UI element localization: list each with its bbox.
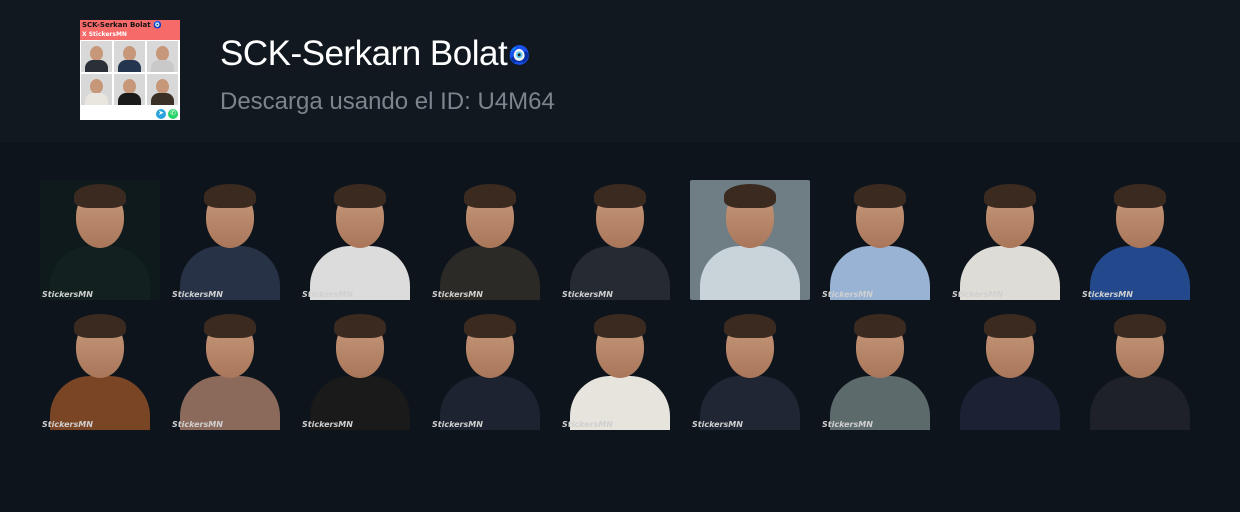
sticker-figure-hair [984, 184, 1036, 208]
sticker-item[interactable]: StickersMN [560, 180, 680, 300]
sticker-watermark: StickersMN [432, 290, 483, 299]
sticker-figure-hair [334, 184, 386, 208]
sticker-figure-hair [1114, 314, 1166, 338]
sticker-figure-body [1090, 376, 1190, 430]
sticker-figure-hair [74, 314, 126, 338]
sticker-figure-hair [854, 314, 906, 338]
sticker-figure-hair [464, 314, 516, 338]
pack-header: SCK-Serkan Bolat 🧿 X StickersMN ➤ ✆ SCK-… [0, 0, 1240, 142]
sticker-item[interactable] [1080, 310, 1200, 430]
sticker-watermark: StickersMN [822, 420, 873, 429]
sticker-figure-hair [204, 184, 256, 208]
sticker-figure-hair [984, 314, 1036, 338]
sticker-watermark: StickersMN [562, 290, 613, 299]
thumbnail-icons: ➤ ✆ [156, 109, 178, 119]
sticker-item[interactable]: StickersMN [40, 180, 160, 300]
sticker-item[interactable]: StickersMN [820, 310, 940, 430]
sticker-item[interactable] [950, 310, 1070, 430]
thumbnail-cell [81, 74, 112, 105]
whatsapp-icon: ✆ [168, 109, 178, 119]
sticker-item[interactable]: StickersMN [430, 310, 550, 430]
sticker-figure-hair [594, 184, 646, 208]
sticker-item[interactable]: StickersMN [950, 180, 1070, 300]
sticker-watermark: StickersMN [952, 290, 1003, 299]
pack-download-id: Descarga usando el ID: U4M64 [220, 88, 555, 115]
sticker-watermark: StickersMN [302, 420, 353, 429]
sticker-watermark: StickersMN [42, 420, 93, 429]
sticker-watermark: StickersMN [562, 420, 613, 429]
sticker-item[interactable]: StickersMN [40, 310, 160, 430]
sticker-item[interactable]: StickersMN [690, 310, 810, 430]
sticker-figure-body [960, 376, 1060, 430]
sticker-item[interactable]: StickersMN [560, 310, 680, 430]
sticker-item[interactable]: StickersMN [170, 310, 290, 430]
thumbnail-cell [114, 41, 145, 72]
sticker-watermark: StickersMN [42, 290, 93, 299]
sticker-figure-hair [74, 184, 126, 208]
sticker-watermark: StickersMN [692, 420, 743, 429]
pack-title: SCK-Serkarn Bolat🧿 [220, 34, 531, 74]
sticker-watermark: StickersMN [1082, 290, 1133, 299]
sticker-figure-hair [464, 184, 516, 208]
sticker-watermark: StickersMN [822, 290, 873, 299]
sticker-figure-hair [724, 314, 776, 338]
sticker-grid: StickersMN StickersMN StickersMN StickersMN… [40, 180, 1200, 430]
sticker-watermark: StickersMN [172, 420, 223, 429]
thumbnail-cell [114, 74, 145, 105]
thumbnail-credit: X StickersMN [82, 31, 127, 38]
thumbnail-cell [81, 41, 112, 72]
sticker-figure-hair [594, 314, 646, 338]
pack-thumbnail[interactable]: SCK-Serkan Bolat 🧿 X StickersMN ➤ ✆ [80, 20, 180, 120]
sticker-figure-hair [204, 314, 256, 338]
sticker-item[interactable]: StickersMN [170, 180, 290, 300]
sticker-figure-hair [854, 184, 906, 208]
sticker-watermark: StickersMN [172, 290, 223, 299]
thumbnail-grid [81, 41, 179, 105]
nazar-icon: 🧿 [508, 45, 531, 66]
sticker-figure-body [700, 246, 800, 300]
sticker-item[interactable] [690, 180, 810, 300]
sticker-item[interactable]: StickersMN [300, 310, 420, 430]
thumbnail-cell [147, 74, 178, 105]
sticker-figure-hair [334, 314, 386, 338]
sticker-figure-hair [1114, 184, 1166, 208]
thumbnail-title: SCK-Serkan Bolat 🧿 [82, 21, 162, 29]
pack-title-text: SCK-Serkarn Bolat [220, 34, 508, 73]
sticker-item[interactable]: StickersMN [430, 180, 550, 300]
sticker-watermark: StickersMN [432, 420, 483, 429]
sticker-item[interactable]: StickersMN [820, 180, 940, 300]
sticker-item[interactable]: StickersMN [300, 180, 420, 300]
thumbnail-cell [147, 41, 178, 72]
sticker-item[interactable]: StickersMN [1080, 180, 1200, 300]
sticker-figure-hair [724, 184, 776, 208]
telegram-icon: ➤ [156, 109, 166, 119]
sticker-watermark: StickersMN [302, 290, 353, 299]
